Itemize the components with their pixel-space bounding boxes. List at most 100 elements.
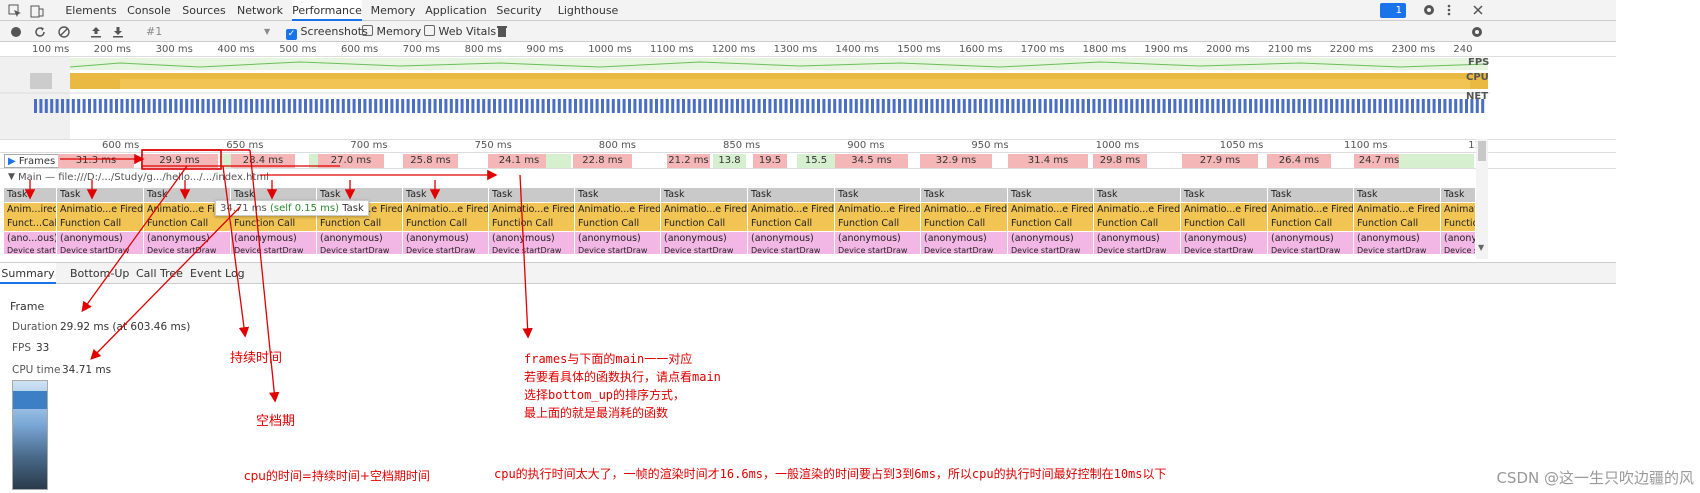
record-icon[interactable] — [10, 26, 22, 38]
frame-block[interactable]: 27.0 ms — [318, 154, 384, 168]
flame-anon-event[interactable]: (anonymous) — [1094, 231, 1181, 246]
flame-anim-event[interactable]: Animatio...e Fired — [835, 202, 921, 217]
flame-fn-event[interactable]: Function Call — [231, 217, 317, 231]
flame-anim-event[interactable]: Animatio...e Fired — [403, 202, 489, 217]
flame-fn-event[interactable]: Function Call — [403, 217, 489, 231]
frame-block[interactable]: 21.2 ms — [667, 154, 710, 168]
frame-block[interactable]: 15.5 ms — [797, 154, 835, 180]
flame-fn-event[interactable]: Funct...Call — [4, 217, 57, 231]
flame-task-event[interactable]: Task — [4, 188, 57, 202]
frame-block[interactable]: 29.8 ms — [1093, 154, 1147, 168]
flame-device-event[interactable]: Device startDraw — [489, 246, 575, 254]
flame-anim-event[interactable]: Animatio...e Fired — [661, 202, 748, 217]
flame-device-event[interactable]: Device startDraw — [748, 246, 835, 254]
main-flame-chart[interactable]: Task Task Task Task Task Task Task Task Task Task… — [0, 188, 1616, 260]
flame-anim-event[interactable]: Animatio...e Fired — [57, 202, 144, 217]
settings-gear-icon[interactable] — [1422, 3, 1436, 17]
flame-fn-event[interactable]: Function Call — [1181, 217, 1268, 231]
frames-track-label[interactable]: ▶ Frames — [4, 154, 60, 168]
capture-settings-gear-icon[interactable] — [1470, 25, 1484, 39]
flame-scrollbar[interactable]: ▼ — [1476, 139, 1488, 259]
flame-anon-event[interactable]: (anonymous) — [835, 231, 921, 246]
flame-device-event[interactable]: Device startDraw — [661, 246, 748, 254]
flame-device-event[interactable]: Device startDraw — [317, 246, 403, 254]
tab-security[interactable]: Security — [494, 0, 544, 21]
flame-fn-event[interactable]: Function Call — [144, 217, 231, 231]
tab-memory[interactable]: Memory — [368, 0, 418, 21]
flame-device-event[interactable]: Device startDraw — [403, 246, 489, 254]
flame-anon-event[interactable]: (anonymous) — [921, 231, 1008, 246]
flame-device-event[interactable]: Device startDraw — [835, 246, 921, 254]
flame-anim-event[interactable]: Animatio...e Fired — [1181, 202, 1268, 217]
flame-fn-event[interactable]: Function Call — [575, 217, 661, 231]
flame-anon-event[interactable]: (ano...ous) — [4, 231, 57, 246]
flame-anon-event[interactable]: (anonymous) — [403, 231, 489, 246]
recording-select[interactable]: #1 ▼ — [146, 21, 270, 42]
flame-anim-event[interactable]: Animatio...e Fired — [1094, 202, 1181, 217]
flame-fn-event[interactable]: Function Call — [57, 217, 144, 231]
device-toolbar-icon[interactable] — [30, 4, 44, 18]
flame-anon-event[interactable]: (anonymous) — [144, 231, 231, 246]
flame-fn-event[interactable]: Function Call — [317, 217, 403, 231]
flame-anim-event[interactable]: Animatio...e Fired — [1008, 202, 1094, 217]
close-devtools-icon[interactable] — [1472, 4, 1484, 16]
flame-fn-event[interactable]: Function Call — [1094, 217, 1181, 231]
flame-task-event[interactable]: Task — [1181, 188, 1268, 202]
upload-profile-icon[interactable] — [90, 26, 102, 38]
flame-anon-event[interactable]: (anonymous) — [489, 231, 575, 246]
more-options-icon[interactable] — [1446, 3, 1452, 17]
flame-fn-event[interactable]: Function Call — [1354, 217, 1441, 231]
flame-anon-event[interactable]: (anonymous) — [748, 231, 835, 246]
tab-bottom-up[interactable]: Bottom-Up — [70, 263, 129, 284]
clear-icon[interactable] — [58, 26, 70, 38]
tab-sources[interactable]: Sources — [180, 0, 228, 21]
flame-anon-event[interactable]: (anonymous) — [1008, 231, 1094, 246]
frame-block[interactable]: 28.4 ms — [231, 154, 295, 168]
flame-task-event[interactable]: Task — [489, 188, 575, 202]
flame-device-event[interactable]: Device startDraw — [1181, 246, 1268, 254]
flame-fn-event[interactable]: Function Call — [489, 217, 575, 231]
flame-anon-event[interactable]: (anonymous) — [661, 231, 748, 246]
flame-anim-event[interactable]: Animatio...e Fired — [748, 202, 835, 217]
frame-block[interactable]: 19.5 ms — [753, 154, 787, 180]
flame-task-event[interactable]: Task — [1441, 188, 1476, 202]
screenshots-checkbox[interactable]: ✓ Screenshots — [286, 21, 368, 42]
flame-task-event[interactable]: Task — [1268, 188, 1354, 202]
frame-block[interactable]: 34.5 ms — [835, 154, 908, 168]
tab-event-log[interactable]: Event Log — [190, 263, 245, 284]
reload-record-icon[interactable] — [34, 26, 46, 38]
flame-task-event[interactable]: Task — [57, 188, 144, 202]
tab-lighthouse[interactable]: Lighthouse — [556, 0, 620, 21]
tab-performance[interactable]: Performance — [292, 0, 362, 21]
idle-frame-block[interactable] — [1399, 154, 1474, 168]
inspect-element-icon[interactable] — [8, 4, 22, 18]
frame-block[interactable]: 24.1 ms — [488, 154, 550, 168]
flame-anim-event[interactable]: Animatio...e Fired — [1441, 202, 1476, 217]
flame-fn-event[interactable]: Function Call — [748, 217, 835, 231]
collect-garbage-icon[interactable] — [496, 25, 508, 38]
tab-call-tree[interactable]: Call Tree — [136, 263, 183, 284]
timeline-overview[interactable]: FPS CPU NET — [0, 57, 1616, 139]
idle-frame-block[interactable] — [221, 154, 231, 168]
flame-device-event[interactable]: Device startDraw — [4, 246, 57, 254]
frame-screenshot-thumbnail[interactable] — [12, 380, 48, 490]
flame-device-event[interactable]: Device startDraw — [144, 246, 231, 254]
issues-badge[interactable]: 1 — [1380, 3, 1406, 18]
flame-anon-event[interactable]: (anonymous) — [57, 231, 144, 246]
flame-task-event[interactable]: Task — [1094, 188, 1181, 202]
idle-frame-block[interactable] — [546, 154, 571, 168]
flame-anim-event[interactable]: Animatio...e Fired — [489, 202, 575, 217]
flame-device-event[interactable]: Device startDraw — [1268, 246, 1354, 254]
tab-elements[interactable]: Elements — [64, 0, 118, 21]
flame-task-event[interactable]: Task — [1008, 188, 1094, 202]
flame-anon-event[interactable]: (anonymous) — [231, 231, 317, 246]
flame-device-event[interactable]: Device startDraw — [231, 246, 317, 254]
scrollbar-thumb[interactable] — [1478, 141, 1486, 161]
tab-application[interactable]: Application — [424, 0, 488, 21]
flame-device-event[interactable]: Device startDraw — [575, 246, 661, 254]
flame-task-event[interactable]: Task — [403, 188, 489, 202]
main-thread-header[interactable]: ▼ Main — file:///D:/.../Study/g.../hello… — [0, 169, 1616, 188]
flame-anon-event[interactable]: (anonymous) — [1268, 231, 1354, 246]
flame-anim-event[interactable]: Animatio...e Fired — [1354, 202, 1441, 217]
flame-anim-event[interactable]: Animatio...e Fired — [575, 202, 661, 217]
